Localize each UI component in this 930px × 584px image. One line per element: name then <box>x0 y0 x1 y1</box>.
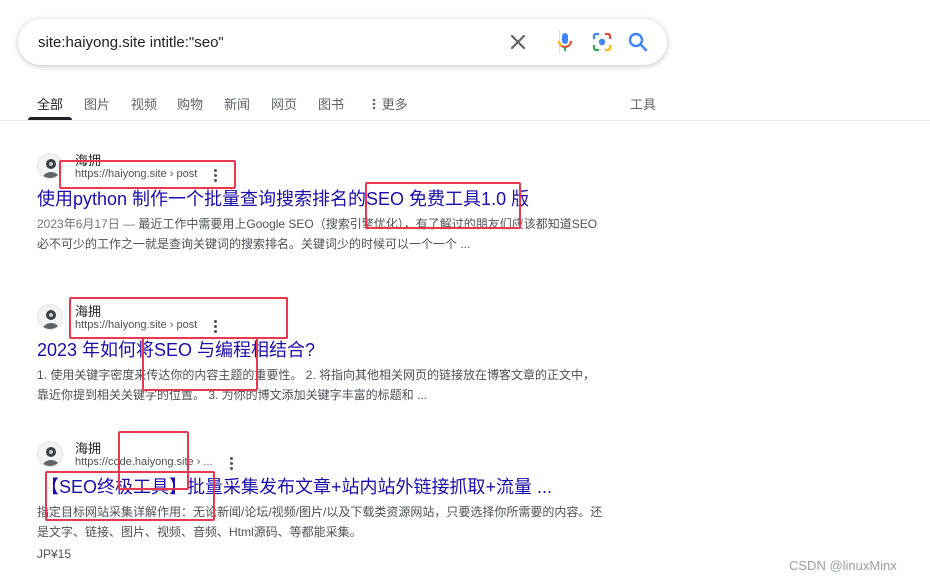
avatar-icon <box>42 447 60 466</box>
site-name: 海拥 <box>75 153 102 168</box>
result-snippet: 2023年6月17日 — 最近工作中需要用上Google SEO（搜索引擎优化）… <box>37 214 607 254</box>
tools-button[interactable]: 工具 <box>630 94 656 113</box>
site-url[interactable]: https://code.haiyong.site › ... <box>75 456 213 468</box>
site-favicon <box>37 153 63 179</box>
close-icon[interactable] <box>506 30 530 54</box>
site-favicon <box>37 304 63 330</box>
tab-more-label: 更多 <box>381 97 408 112</box>
search-tabs: 全部 图片 视频 购物 新闻 网页 图书 更多 工具 <box>0 90 930 120</box>
search-input[interactable] <box>38 32 498 52</box>
watermark: CSDN @linuxMinx <box>789 558 897 573</box>
more-vert-icon <box>372 98 376 110</box>
tab-news[interactable]: 新闻 <box>224 94 250 113</box>
result-price: JP¥15 <box>37 547 72 561</box>
more-options-icon[interactable] <box>209 318 221 334</box>
site-favicon <box>37 441 63 467</box>
site-url[interactable]: https://haiyong.site › post <box>75 168 197 180</box>
result-title[interactable]: 使用python 制作一个批量查询搜索排名的SEO 免费工具1.0 版 <box>37 185 529 211</box>
avatar-icon <box>42 159 60 178</box>
result-snippet: 指定目标网站采集详解作用：无论新闻/论坛/视频/图片/以及下载类资源网站，只要选… <box>37 505 603 539</box>
tab-shopping[interactable]: 购物 <box>177 94 203 113</box>
tab-images[interactable]: 图片 <box>84 94 110 113</box>
more-options-icon[interactable] <box>225 455 237 471</box>
tab-web[interactable]: 网页 <box>271 94 297 113</box>
site-url[interactable]: https://haiyong.site › post <box>75 319 197 331</box>
result-title[interactable]: 【SEO终极工具】批量采集发布文章+站内站外链接抓取+流量 ... <box>41 473 552 499</box>
site-name: 海拥 <box>75 441 102 456</box>
search-icon[interactable] <box>626 30 650 54</box>
annotation-box <box>69 297 288 339</box>
search-box[interactable] <box>18 19 667 65</box>
camera-lens-icon[interactable] <box>590 30 614 54</box>
more-options-icon[interactable] <box>209 167 221 183</box>
tabs-divider <box>0 120 930 121</box>
microphone-icon[interactable] <box>553 30 577 54</box>
tab-books[interactable]: 图书 <box>318 94 344 113</box>
tab-more[interactable]: 更多 <box>370 94 408 113</box>
tab-videos[interactable]: 视频 <box>131 94 157 113</box>
avatar-icon <box>42 310 60 329</box>
result-snippet: 1. 使用关键字密度来传达你的内容主题的重要性。 2. 将指向其他相关网页的链接… <box>37 368 596 402</box>
tab-all[interactable]: 全部 <box>37 94 63 113</box>
result-title[interactable]: 2023 年如何将SEO 与编程相结合? <box>37 336 315 362</box>
result-date: 2023年6月17日 — <box>37 217 139 231</box>
site-name: 海拥 <box>75 304 102 319</box>
